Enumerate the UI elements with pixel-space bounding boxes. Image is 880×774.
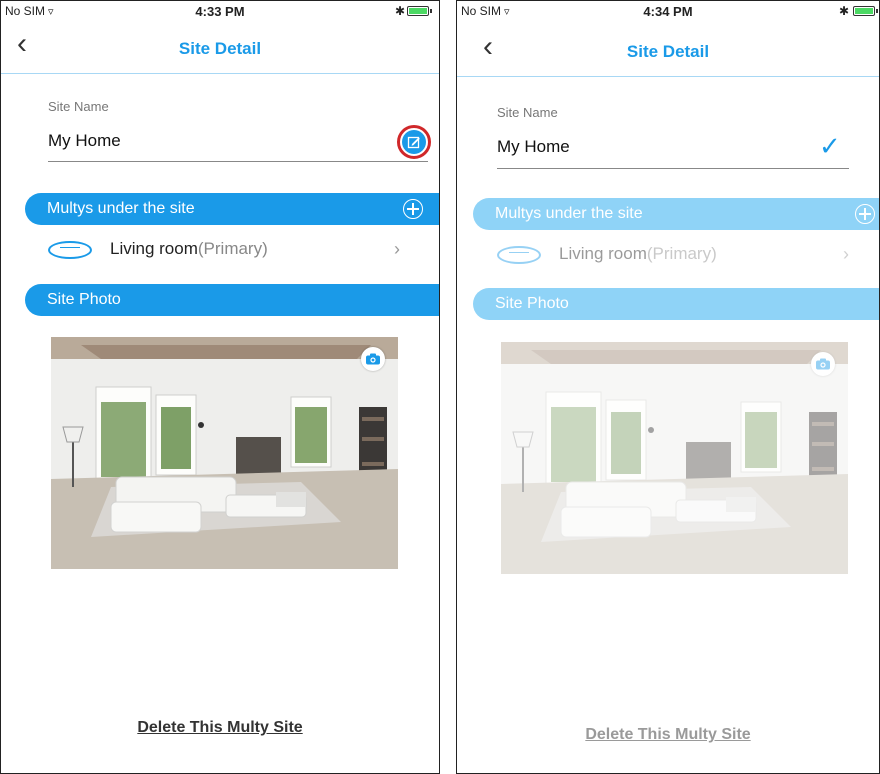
site-detail-screen-editing: No SIM ▿ 4:33 PM ✱ ‹ Site Detail Site Nam… — [0, 0, 440, 774]
multy-list-item[interactable]: Living room(Primary) › — [497, 240, 879, 270]
site-name-label: Site Name — [48, 99, 109, 114]
router-icon — [48, 241, 92, 259]
bluetooth-icon: ✱ — [394, 4, 405, 18]
add-multy-plus-icon[interactable] — [403, 199, 423, 219]
status-time: 4:34 PM — [643, 4, 693, 19]
bluetooth-icon: ✱ — [838, 4, 849, 18]
chevron-right-icon: › — [394, 239, 400, 259]
page-title: Site Detail — [178, 39, 262, 58]
camera-icon[interactable] — [361, 347, 385, 371]
site-name-label: Site Name — [497, 105, 558, 120]
site-name-input[interactable]: My Home — [497, 137, 570, 157]
site-photo — [51, 337, 398, 569]
multy-name: Living room — [559, 244, 647, 263]
site-photo — [501, 342, 848, 574]
site-photo-section-header: Site Photo — [473, 288, 879, 320]
battery-icon — [853, 6, 878, 16]
router-icon — [497, 246, 541, 264]
battery-icon — [407, 6, 432, 16]
edit-site-name-button[interactable] — [397, 125, 431, 159]
living-room-photo — [51, 337, 398, 569]
status-bar: No SIM ▿ 4:33 PM ✱ — [1, 1, 439, 23]
site-name-input[interactable]: My Home — [48, 131, 121, 151]
page-title: Site Detail — [626, 42, 710, 61]
multys-section-header: Multys under the site — [473, 198, 879, 230]
camera-icon[interactable] — [811, 352, 835, 376]
site-photo-section-title: Site Photo — [47, 291, 121, 308]
status-bar: No SIM ▿ 4:34 PM ✱ — [457, 1, 879, 23]
add-multy-plus-icon[interactable] — [855, 204, 875, 224]
multys-section-header: Multys under the site — [25, 193, 439, 225]
site-detail-screen-confirm: No SIM ▿ 4:34 PM ✱ ‹ Site Detail Site Nam… — [456, 0, 880, 774]
multy-name: Living room — [110, 239, 198, 258]
site-photo-section-title: Site Photo — [495, 295, 569, 312]
status-time: 4:33 PM — [195, 4, 245, 19]
nav-bar: ‹ Site Detail — [457, 26, 879, 77]
multys-section-title: Multys under the site — [495, 205, 643, 222]
living-room-photo — [501, 342, 848, 574]
confirm-checkmark-icon[interactable]: ✓ — [819, 131, 841, 162]
site-name-underline — [48, 161, 428, 162]
site-name-underline — [497, 168, 849, 169]
multy-list-item[interactable]: Living room(Primary) › — [48, 235, 428, 265]
multy-role: (Primary) — [646, 244, 717, 263]
edit-icon — [402, 130, 426, 154]
chevron-right-icon: › — [843, 244, 849, 264]
multys-section-title: Multys under the site — [47, 200, 195, 217]
nav-bar: ‹ Site Detail — [1, 23, 439, 74]
delete-site-button[interactable]: Delete This Multy Site — [457, 726, 879, 744]
site-photo-section-header: Site Photo — [25, 284, 439, 316]
delete-site-button[interactable]: Delete This Multy Site — [1, 719, 439, 737]
multy-role: (Primary) — [197, 239, 268, 258]
